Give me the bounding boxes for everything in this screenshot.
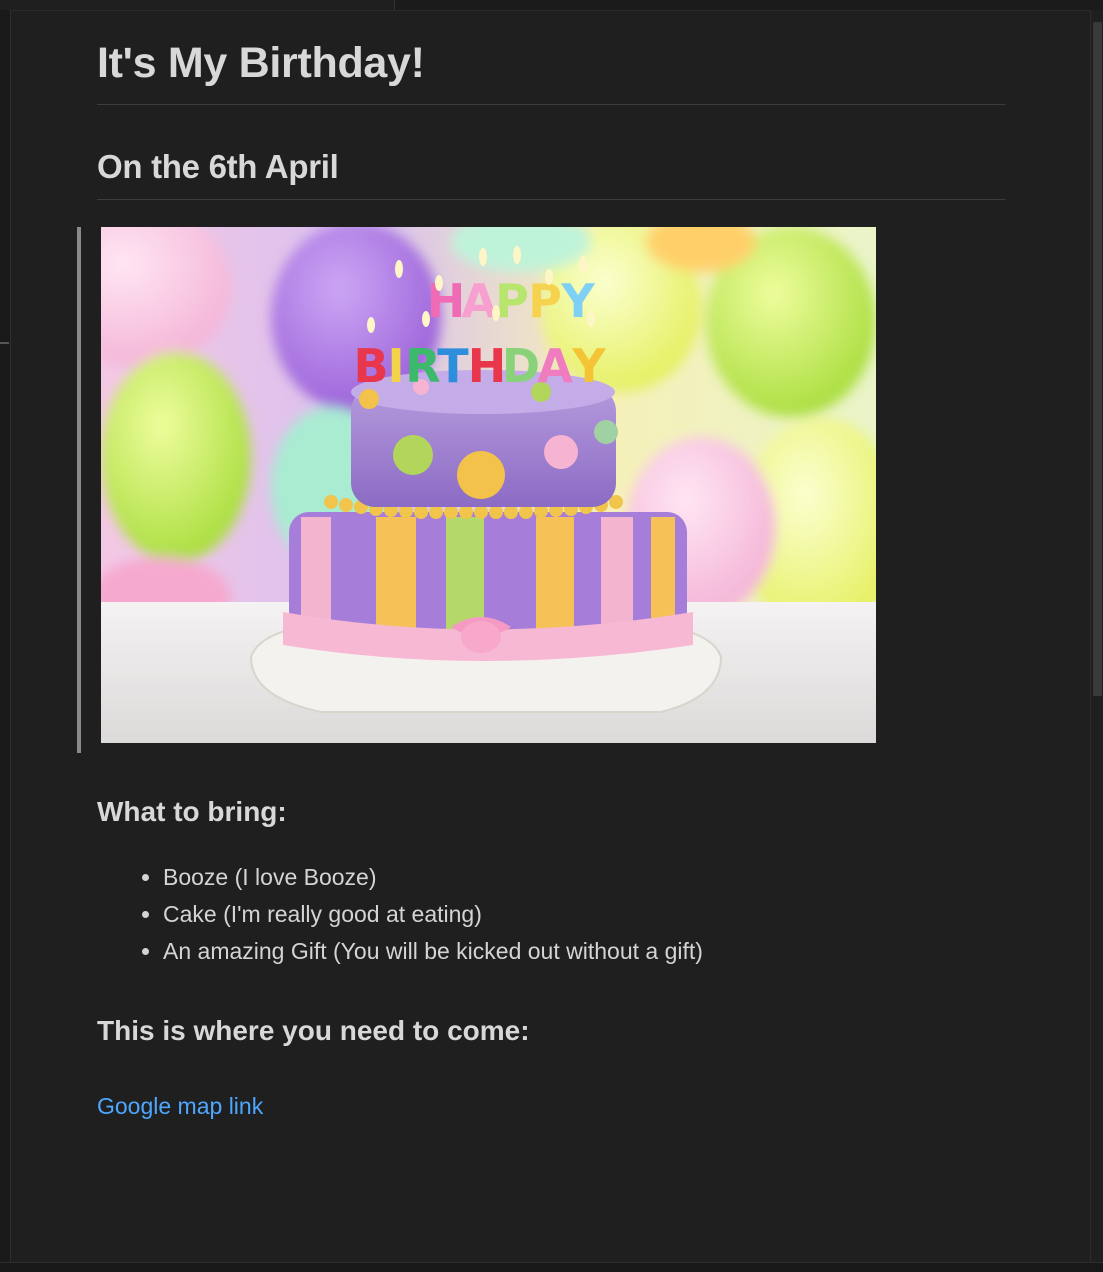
status-bar: [0, 1262, 1103, 1272]
location-heading: This is where you need to come:: [97, 1015, 530, 1046]
candle-letter: A: [461, 274, 497, 328]
gutter-marker: [0, 342, 9, 344]
candle-letter: R: [405, 339, 440, 393]
list-item: An amazing Gift (You will be kicked out …: [163, 933, 1005, 970]
candle-letter: B: [353, 339, 388, 393]
date-heading: On the 6th April: [97, 147, 1005, 200]
markdown-preview: It's My Birthday! On the 6th April H A P…: [77, 30, 1005, 1120]
candle-letter: Y: [571, 339, 606, 393]
what-to-bring-heading: What to bring:: [97, 796, 287, 827]
bring-list: Booze (I love Booze) Cake (I'm really go…: [97, 859, 1005, 970]
candle-letter: D: [502, 339, 540, 393]
tab-bar: [0, 0, 1103, 11]
list-item: Booze (I love Booze): [163, 859, 1005, 896]
image-blockquote: H A P P Y B I R T H D A Y: [77, 227, 1005, 753]
candle-letter: P: [495, 274, 529, 328]
candle-letter: H: [468, 339, 507, 393]
left-gutter: [0, 10, 11, 1262]
link-paragraph: Google map link: [97, 1093, 1005, 1120]
editor-window: It's My Birthday! On the 6th April H A P…: [0, 0, 1103, 1272]
google-map-link[interactable]: Google map link: [97, 1093, 263, 1119]
candle-letter: P: [528, 274, 562, 328]
candle-letter: H: [427, 274, 466, 328]
candle-letter: A: [537, 339, 573, 393]
candle-letter: T: [437, 339, 469, 393]
active-tab[interactable]: [0, 0, 395, 10]
scrollbar-thumb[interactable]: [1093, 22, 1102, 696]
list-item: Cake (I'm really good at eating): [163, 896, 1005, 933]
candle-letter: I: [387, 339, 404, 393]
page-title: It's My Birthday!: [97, 30, 1005, 105]
vertical-scrollbar[interactable]: [1090, 10, 1103, 1262]
birthday-cake-image: H A P P Y B I R T H D A Y: [101, 227, 876, 743]
